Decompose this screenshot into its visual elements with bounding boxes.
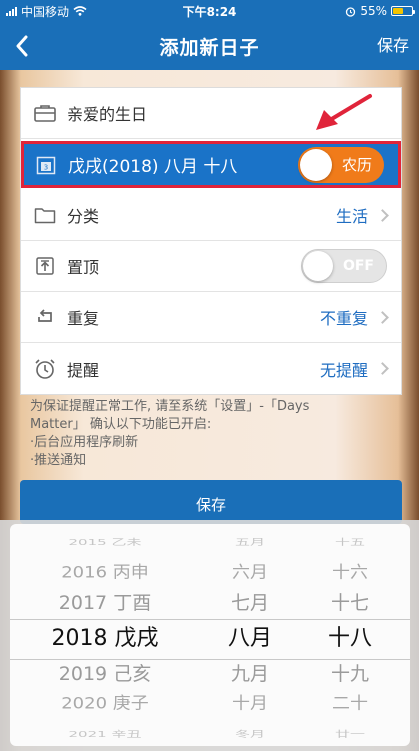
lunar-toggle-label: 农历	[341, 156, 372, 174]
settings-notice: 为保证提醒正常工作, 请至系统「设置」-「Days Matter」 确认以下功能…	[30, 398, 390, 470]
nav-save-button[interactable]: 保存	[377, 22, 409, 70]
picker-selected-item[interactable]: 十八	[300, 628, 400, 650]
picker-selected-item[interactable]: 2018 戊戌	[30, 628, 180, 650]
pin-label: 置顶	[67, 258, 100, 277]
picker-item[interactable]: 九月	[200, 664, 300, 684]
save-button[interactable]: 保存	[20, 480, 402, 524]
signal-icon	[6, 6, 17, 16]
picker-item[interactable]: 十九	[300, 664, 400, 684]
chevron-right-icon	[376, 362, 389, 375]
repeat-label: 重复	[67, 309, 100, 328]
date-picker-overlay: 2015 乙未 2016 丙申 2017 丁酉 2018 戊戌 2019 己亥 2020 …	[0, 520, 419, 751]
picker-item[interactable]: 2020 庚子	[30, 695, 180, 712]
date-value: 戊戌(2018) 八月 十八	[68, 157, 238, 177]
pin-toggle-label: OFF	[342, 258, 374, 274]
reminder-value: 无提醒	[319, 360, 368, 380]
notice-line: ·推送通知	[30, 453, 87, 468]
red-arrow-annotation	[316, 94, 372, 130]
status-bar: 中国移动 下午8:24 55%	[0, 0, 419, 22]
picker-item[interactable]: 冬月	[200, 730, 300, 738]
picker-item[interactable]: 十五	[300, 538, 400, 546]
toggle-knob	[303, 251, 333, 281]
picker-selected-item[interactable]: 八月	[200, 628, 300, 650]
picker-year-column[interactable]: 2015 乙未 2016 丙申 2017 丁酉 2018 戊戌 2019 己亥 2020 …	[30, 524, 180, 746]
picker-item[interactable]: 六月	[200, 564, 300, 581]
chevron-right-icon	[376, 310, 389, 324]
date-picker[interactable]: 2015 乙未 2016 丙申 2017 丁酉 2018 戊戌 2019 己亥 2020 …	[10, 524, 410, 746]
picker-item[interactable]: 2017 丁酉	[30, 593, 180, 613]
page-title: 添加新日子	[159, 36, 260, 59]
picker-item[interactable]: 七月	[200, 593, 300, 613]
toggle-knob	[300, 148, 332, 181]
picker-item[interactable]: 廿一	[300, 730, 400, 738]
lunar-toggle[interactable]: 农历	[298, 146, 384, 183]
category-row[interactable]: 分类 生活	[21, 190, 401, 241]
carrier-label: 中国移动	[21, 4, 70, 19]
picker-item[interactable]: 2021 辛丑	[30, 730, 180, 738]
briefcase-icon	[33, 101, 57, 125]
picker-item[interactable]: 二十	[300, 695, 400, 712]
back-button[interactable]	[8, 30, 36, 62]
alarm-icon	[346, 6, 356, 17]
wifi-icon	[73, 6, 87, 16]
picker-item[interactable]: 2019 己亥	[30, 664, 180, 684]
picker-day-column[interactable]: 十五十六十七十八十九二十廿一	[300, 524, 400, 746]
folder-icon	[33, 203, 57, 227]
repeat-row[interactable]: 重复 不重复	[21, 292, 401, 343]
chevron-left-icon	[16, 35, 28, 57]
notice-line: Matter」 确认以下功能已开启:	[30, 417, 212, 432]
notice-line: ·后台应用程序刷新	[30, 435, 139, 450]
picker-month-column[interactable]: 五月六月七月八月九月十月冬月	[200, 524, 300, 746]
picker-item[interactable]: 十六	[300, 564, 400, 581]
picker-item[interactable]: 十七	[300, 593, 400, 613]
alarm-clock-icon	[33, 357, 57, 381]
calendar-icon: 3	[34, 153, 58, 177]
chevron-right-icon	[376, 208, 389, 222]
pin-row: 置顶 OFF	[21, 241, 401, 292]
calendar-icon-digit: 3	[44, 163, 48, 171]
battery-percent: 55%	[360, 4, 387, 18]
reminder-row[interactable]: 提醒 无提醒	[21, 343, 401, 394]
date-row[interactable]: 3 戊戌(2018) 八月 十八 农历	[21, 141, 401, 188]
picker-item[interactable]: 十月	[200, 695, 300, 712]
category-label: 分类	[67, 207, 100, 226]
battery-icon	[391, 6, 415, 16]
picker-item[interactable]: 五月	[200, 538, 300, 546]
picker-item[interactable]: 2016 丙申	[30, 564, 180, 581]
category-value: 生活	[335, 207, 368, 226]
pin-toggle[interactable]: OFF	[301, 249, 387, 283]
notice-line: 为保证提醒正常工作, 请至系统「设置」-「Days	[30, 399, 310, 414]
reminder-label: 提醒	[67, 360, 100, 380]
pin-top-icon	[33, 254, 57, 278]
picker-item[interactable]: 2015 乙未	[30, 538, 180, 546]
repeat-icon	[33, 305, 57, 329]
nav-bar: 添加新日子 保存	[0, 22, 419, 70]
repeat-value: 不重复	[319, 309, 368, 328]
